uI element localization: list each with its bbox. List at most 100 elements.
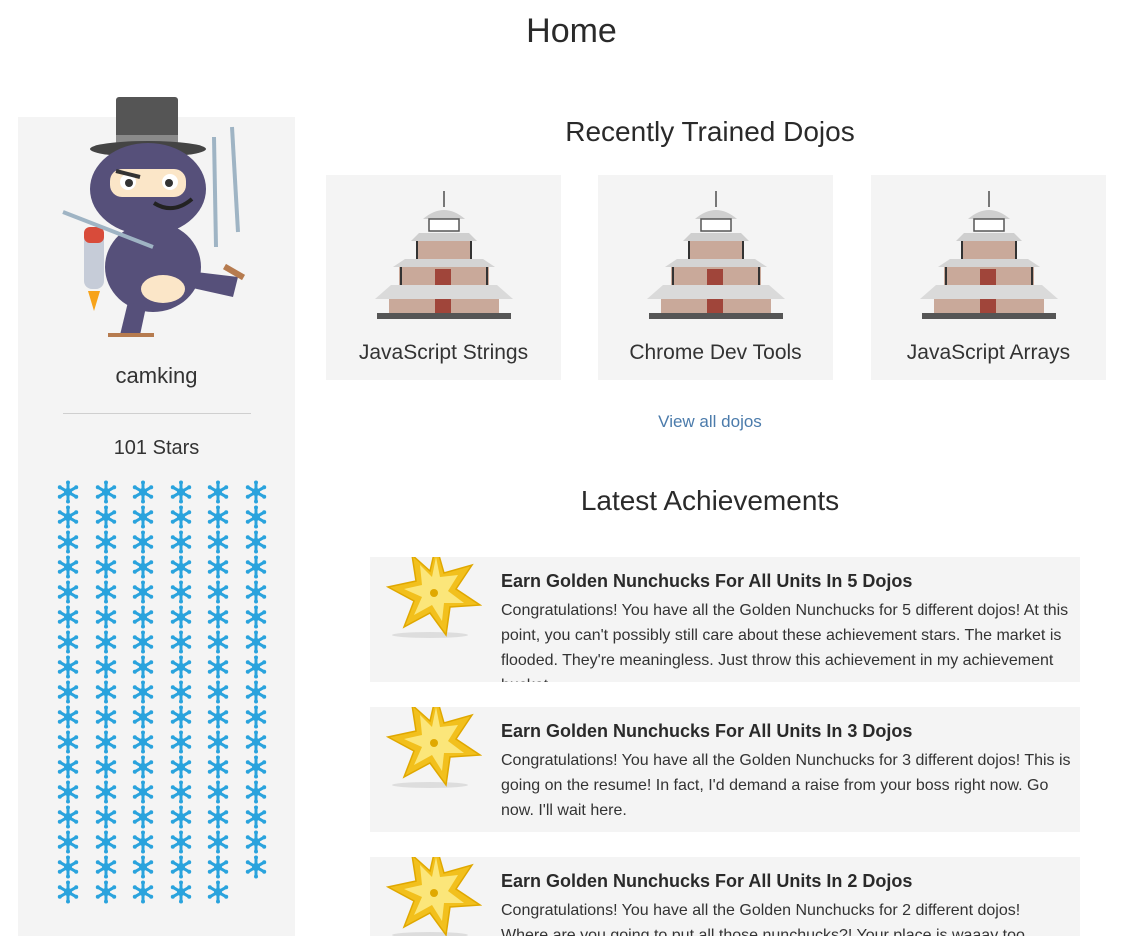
star-icon xyxy=(55,830,81,854)
star-icon xyxy=(243,555,269,579)
achievement-description: Congratulations! You have all the Golden… xyxy=(501,602,1069,682)
star-icon xyxy=(93,855,119,879)
star-icon xyxy=(168,730,194,754)
dojo-name: JavaScript Strings xyxy=(358,341,529,364)
star-icon xyxy=(130,505,156,529)
star-icon xyxy=(130,730,156,754)
star-icon xyxy=(93,730,119,754)
star-icon xyxy=(93,480,119,504)
star-icon xyxy=(130,630,156,654)
star-icon xyxy=(168,530,194,554)
star-icon xyxy=(93,780,119,804)
star-icon xyxy=(130,530,156,554)
gold-shuriken-icon xyxy=(387,857,481,936)
star-icon xyxy=(93,605,119,629)
achievement-card: Earn Golden Nunchucks For All Units In 3… xyxy=(370,707,1080,832)
star-icon xyxy=(93,580,119,604)
star-icon xyxy=(168,480,194,504)
star-icon xyxy=(205,855,231,879)
star-icon xyxy=(205,830,231,854)
star-icon xyxy=(55,855,81,879)
star-icon xyxy=(130,755,156,779)
star-icon xyxy=(243,780,269,804)
star-icon xyxy=(55,780,81,804)
sidebar-divider xyxy=(63,413,251,414)
star-icon xyxy=(243,680,269,704)
star-icon xyxy=(168,830,194,854)
star-icon xyxy=(130,780,156,804)
star-icon xyxy=(130,880,156,904)
star-icon xyxy=(205,805,231,829)
star-icon xyxy=(130,855,156,879)
star-icon xyxy=(168,705,194,729)
username: camking xyxy=(115,363,198,388)
star-icon xyxy=(205,505,231,529)
star-icon xyxy=(93,505,119,529)
star-icon xyxy=(205,680,231,704)
star-icon xyxy=(55,680,81,704)
star-icon xyxy=(168,680,194,704)
gold-shuriken-icon xyxy=(387,557,481,639)
star-icon xyxy=(243,830,269,854)
achievements-section-title: Latest Achievements xyxy=(580,485,840,516)
star-icon xyxy=(55,630,81,654)
star-icon xyxy=(243,530,269,554)
star-icon xyxy=(93,530,119,554)
star-icon xyxy=(168,630,194,654)
star-icon xyxy=(205,880,231,904)
star-icon xyxy=(55,505,81,529)
star-icon xyxy=(93,705,119,729)
star-icon xyxy=(55,705,81,729)
star-icon xyxy=(243,805,269,829)
star-icon xyxy=(243,605,269,629)
star-icon xyxy=(55,580,81,604)
temple-icon xyxy=(646,190,786,320)
stars-count: 101 Stars xyxy=(113,437,200,459)
dojos-section-title: Recently Trained Dojos xyxy=(565,116,855,147)
star-icon xyxy=(168,780,194,804)
star-icon xyxy=(243,630,269,654)
achievement-title: Earn Golden Nunchucks For All Units In 5… xyxy=(501,571,913,591)
star-icon xyxy=(243,655,269,679)
star-icon xyxy=(55,730,81,754)
star-icon xyxy=(168,555,194,579)
star-icon xyxy=(130,480,156,504)
star-icon xyxy=(168,880,194,904)
star-icon xyxy=(55,530,81,554)
star-icon xyxy=(205,630,231,654)
star-icon xyxy=(93,755,119,779)
star-icon xyxy=(205,705,231,729)
dojo-card-chrome-dev-tools[interactable]: Chrome Dev Tools xyxy=(598,175,833,380)
star-icon xyxy=(93,655,119,679)
star-icon xyxy=(130,830,156,854)
star-icon xyxy=(93,880,119,904)
star-icon xyxy=(93,630,119,654)
star-icon xyxy=(205,730,231,754)
star-icon xyxy=(168,855,194,879)
star-icon xyxy=(93,555,119,579)
star-icon xyxy=(93,680,119,704)
achievement-title: Earn Golden Nunchucks For All Units In 3… xyxy=(501,721,913,741)
achievement-card: Earn Golden Nunchucks For All Units In 2… xyxy=(370,857,1080,936)
dojo-card-javascript-arrays[interactable]: JavaScript Arrays xyxy=(871,175,1106,380)
view-all-dojos-link[interactable]: View all dojos xyxy=(310,412,1110,432)
star-icon xyxy=(205,555,231,579)
star-icon xyxy=(168,505,194,529)
gold-shuriken-icon xyxy=(387,707,481,789)
star-icon xyxy=(130,805,156,829)
star-icon xyxy=(205,530,231,554)
star-icon xyxy=(55,480,81,504)
dojo-card-javascript-strings[interactable]: JavaScript Strings xyxy=(326,175,561,380)
star-icon xyxy=(205,580,231,604)
star-icon xyxy=(93,805,119,829)
star-icon xyxy=(130,680,156,704)
temple-icon xyxy=(919,190,1059,320)
star-icon xyxy=(205,755,231,779)
star-icon xyxy=(205,780,231,804)
achievement-title: Earn Golden Nunchucks For All Units In 2… xyxy=(501,871,913,891)
ninja-avatar xyxy=(62,97,246,337)
star-icon xyxy=(168,605,194,629)
star-icon xyxy=(205,655,231,679)
star-icon xyxy=(168,805,194,829)
achievement-description: Congratulations! You have all the Golden… xyxy=(501,752,1071,819)
